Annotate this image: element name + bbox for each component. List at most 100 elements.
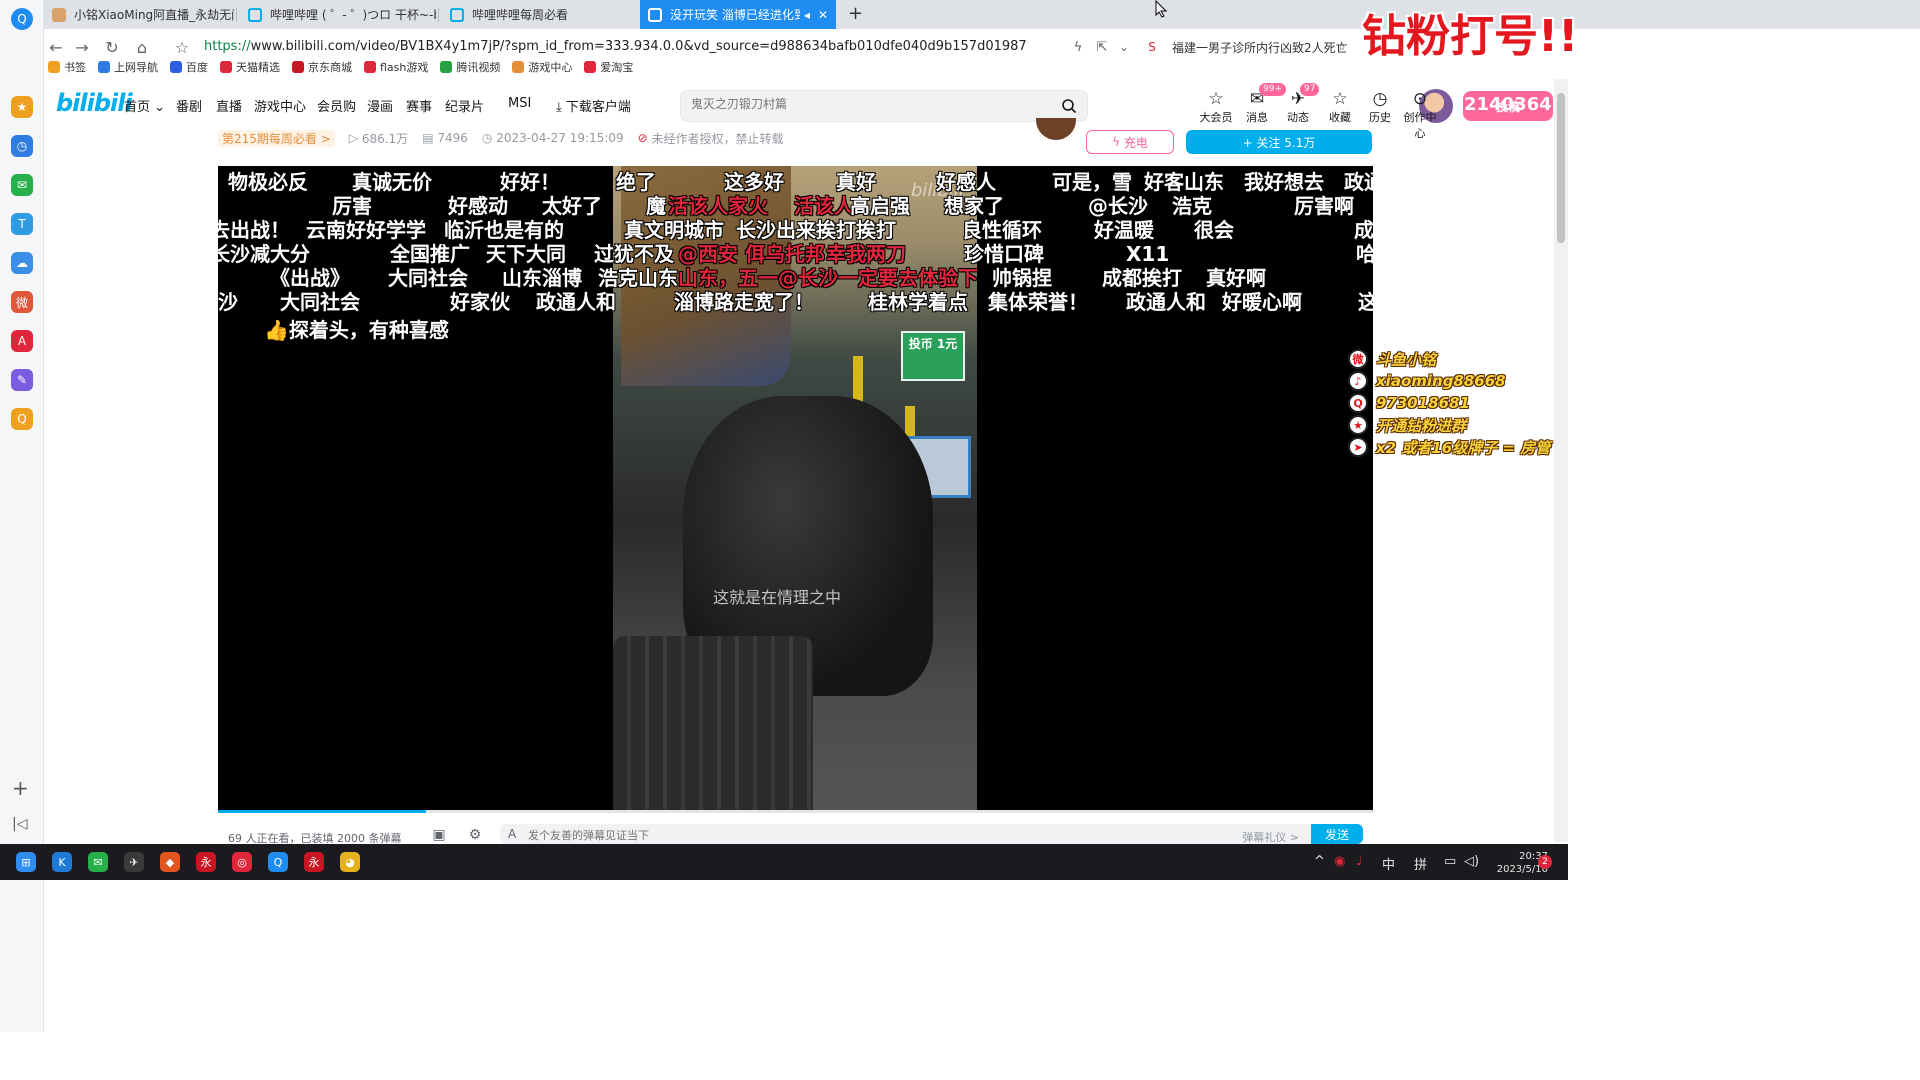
rail-app-cloud-icon[interactable]: ☁ [11,252,33,274]
follow-button[interactable]: + 关注 5.1万 [1186,130,1372,154]
bookmark-star-icon[interactable]: ☆ [172,37,192,57]
danmaku-settings-icon[interactable]: ⚙ [466,827,484,845]
yj-app-icon-2[interactable]: 永 [304,852,324,872]
video-player[interactable]: 投币 1元 bilibili 这就是在情理之中 物极必反 真诚无价 好好！ 绝了 这多好… [218,166,1373,812]
rail-app-wechat-icon[interactable]: ✉ [11,174,33,196]
tab-close-icon[interactable]: ✕ [818,8,828,22]
bookmark-item[interactable]: 上网导航 [98,59,158,75]
rail-app-weibo-icon[interactable]: 微 [11,291,33,313]
danmaku-comment: 去出战！ [218,218,290,242]
owl-app-icon[interactable]: ◕ [340,852,360,872]
back-icon[interactable]: ← [46,37,66,57]
video-progress-bar[interactable] [218,810,1373,813]
notification-badge[interactable]: 2 [1538,855,1552,869]
bookmark-item[interactable]: 游戏中心 [512,59,572,75]
rail-app-pdf-icon[interactable]: A [11,330,33,352]
lightning-icon[interactable]: ϟ [1068,37,1088,57]
bookmark-label: 腾讯视频 [456,61,501,74]
tray-expand-icon[interactable]: ^ [1314,854,1325,869]
rail-add-icon[interactable]: + [12,776,29,800]
rail-collapse-icon[interactable]: |◁ [12,816,27,832]
ime-language[interactable]: 中 [1382,854,1395,873]
bilibili-search-box[interactable] [680,90,1088,122]
bookmark-item[interactable]: 百度 [170,59,208,75]
browser-icon[interactable]: Q [268,852,288,872]
nav-game-center[interactable]: 游戏中心 [254,96,306,115]
header-dynamics-button[interactable]: ✈ 动态 97 [1278,83,1320,125]
search-icon[interactable]: ⌕ [1332,37,1352,57]
stream-overlay-social-text: xiaoming88668 [1376,372,1506,390]
kugou-icon[interactable]: K [52,852,72,872]
forward-icon[interactable]: → [72,37,92,57]
uploader-avatar[interactable] [1036,118,1076,140]
charge-button[interactable]: ϟ 充电 [1086,130,1174,154]
danmaku-etiquette-link[interactable]: 弹幕礼仪 > [1242,829,1299,845]
bilibili-logo[interactable]: bilibili [56,89,133,117]
nav-download-client[interactable]: ⤓ 下载客户端 [556,96,631,115]
font-style-icon[interactable]: A [508,827,516,841]
nav-msi[interactable]: MSI [508,96,531,111]
rail-app-note-icon[interactable]: ✎ [11,369,33,391]
rail-app-search-icon[interactable]: Q [11,408,33,430]
danmaku-input-box[interactable]: A 弹幕礼仪 > [500,824,1313,844]
header-messages-button[interactable]: ✉ 消息 99+ [1237,83,1286,125]
danmaku-comment: 我好想去 [1244,170,1324,194]
volume-icon[interactable]: ◁) [1464,854,1479,869]
chevron-down-icon[interactable]: ⌄ [1114,37,1134,57]
start-icon[interactable]: ⊞ [16,852,36,872]
nav-home[interactable]: 首页 ⌄ [124,96,165,115]
tab-bilibili-home[interactable]: 哔哩哔哩 ( ゜- ゜)つロ 干杯~-bilibili [240,0,436,29]
danmaku-input[interactable] [528,829,1128,842]
plane-app-icon[interactable]: ✈ [124,852,144,872]
bookmark-item[interactable]: 天猫精选 [220,59,280,75]
reload-icon[interactable]: ↻ [102,37,122,57]
nav-anime[interactable]: 番剧 [176,96,202,115]
home-icon[interactable]: ⌂ [132,37,152,57]
rail-app-clock-icon[interactable]: ◷ [11,135,33,157]
tab-bilibili-weekly[interactable]: 哔哩哔哩每周必看 [442,0,638,29]
nav-manga[interactable]: 漫画 [367,96,393,115]
header-favorites-button[interactable]: ☆ 收藏 [1320,89,1360,125]
bookmark-item[interactable]: 腾讯视频 [440,59,500,75]
search-icon[interactable] [1061,98,1077,114]
header-vip-button[interactable]: ☆ 大会员 [1196,89,1236,125]
game-app-icon[interactable]: ◆ [160,852,180,872]
danmaku-comment: 山东，五一@长沙一定要去体验下 [678,266,978,290]
danmaku-toggle-icon[interactable]: ▣ [430,827,448,845]
microphone-icon[interactable]: ♩ [1356,854,1362,869]
wechat-icon[interactable]: ✉ [88,852,108,872]
rail-browser-logo-icon[interactable]: Q [11,8,33,30]
ime-mode[interactable]: 拼 [1414,854,1427,873]
tab-active-video[interactable]: 没开玩笑 淄博已经进化到5.0版 ◂ ✕ [640,0,836,29]
yj-app-icon-1[interactable]: 永 [196,852,216,872]
bilibili-search-input[interactable] [691,97,1041,111]
rail-app-translate-icon[interactable]: T [11,213,33,235]
tray-app-icon[interactable]: ◉ [1334,854,1345,869]
hot-news-search[interactable]: 福建一男子诊所内行凶致2人死亡 [1172,39,1348,56]
tab-audio-icon[interactable]: ◂ [804,8,810,22]
share-icon[interactable]: ⇱ [1092,37,1112,57]
nav-live[interactable]: 直播 [216,96,242,115]
send-danmaku-button[interactable]: 发送 [1311,824,1363,844]
video-info-row: 第215期每周必看 > ▷ 686.1万 ▤ 7496 ◷ 2023-04-27… [218,128,798,148]
url-field[interactable]: https://www.bilibili.com/video/BV1BX4y1m… [204,39,1027,54]
search-engine-icon[interactable]: S [1142,37,1162,57]
tab-xiaoming-live[interactable]: 小铭XiaoMing阿直播_永劫无间直播 [44,0,234,29]
network-icon[interactable]: ▭ [1444,854,1456,869]
stream-overlay-title: 钻粉打号!! [1362,11,1579,62]
header-creator-center-button[interactable]: ⊙ 创作中心 [1400,89,1440,141]
bookmark-item[interactable]: 书签 [48,59,86,75]
bookmark-item[interactable]: flash游戏 [364,59,428,75]
header-history-button[interactable]: ◷ 历史 [1360,89,1400,125]
nav-documentary[interactable]: 纪录片 [445,96,484,115]
rail-app-favorites-icon[interactable]: ★ [11,96,33,118]
nav-mall[interactable]: 会员购 [317,96,356,115]
netease-music-icon[interactable]: ◎ [232,852,252,872]
nav-esports[interactable]: 赛事 [406,96,432,115]
page-scrollbar[interactable] [1554,79,1568,842]
new-tab-button[interactable]: + [848,3,863,24]
bookmark-item[interactable]: 爱淘宝 [584,59,633,75]
bookmark-item[interactable]: 京东商城 [292,59,352,75]
weekly-must-watch-badge[interactable]: 第215期每周必看 > [218,129,335,147]
scrollbar-thumb[interactable] [1557,93,1565,243]
